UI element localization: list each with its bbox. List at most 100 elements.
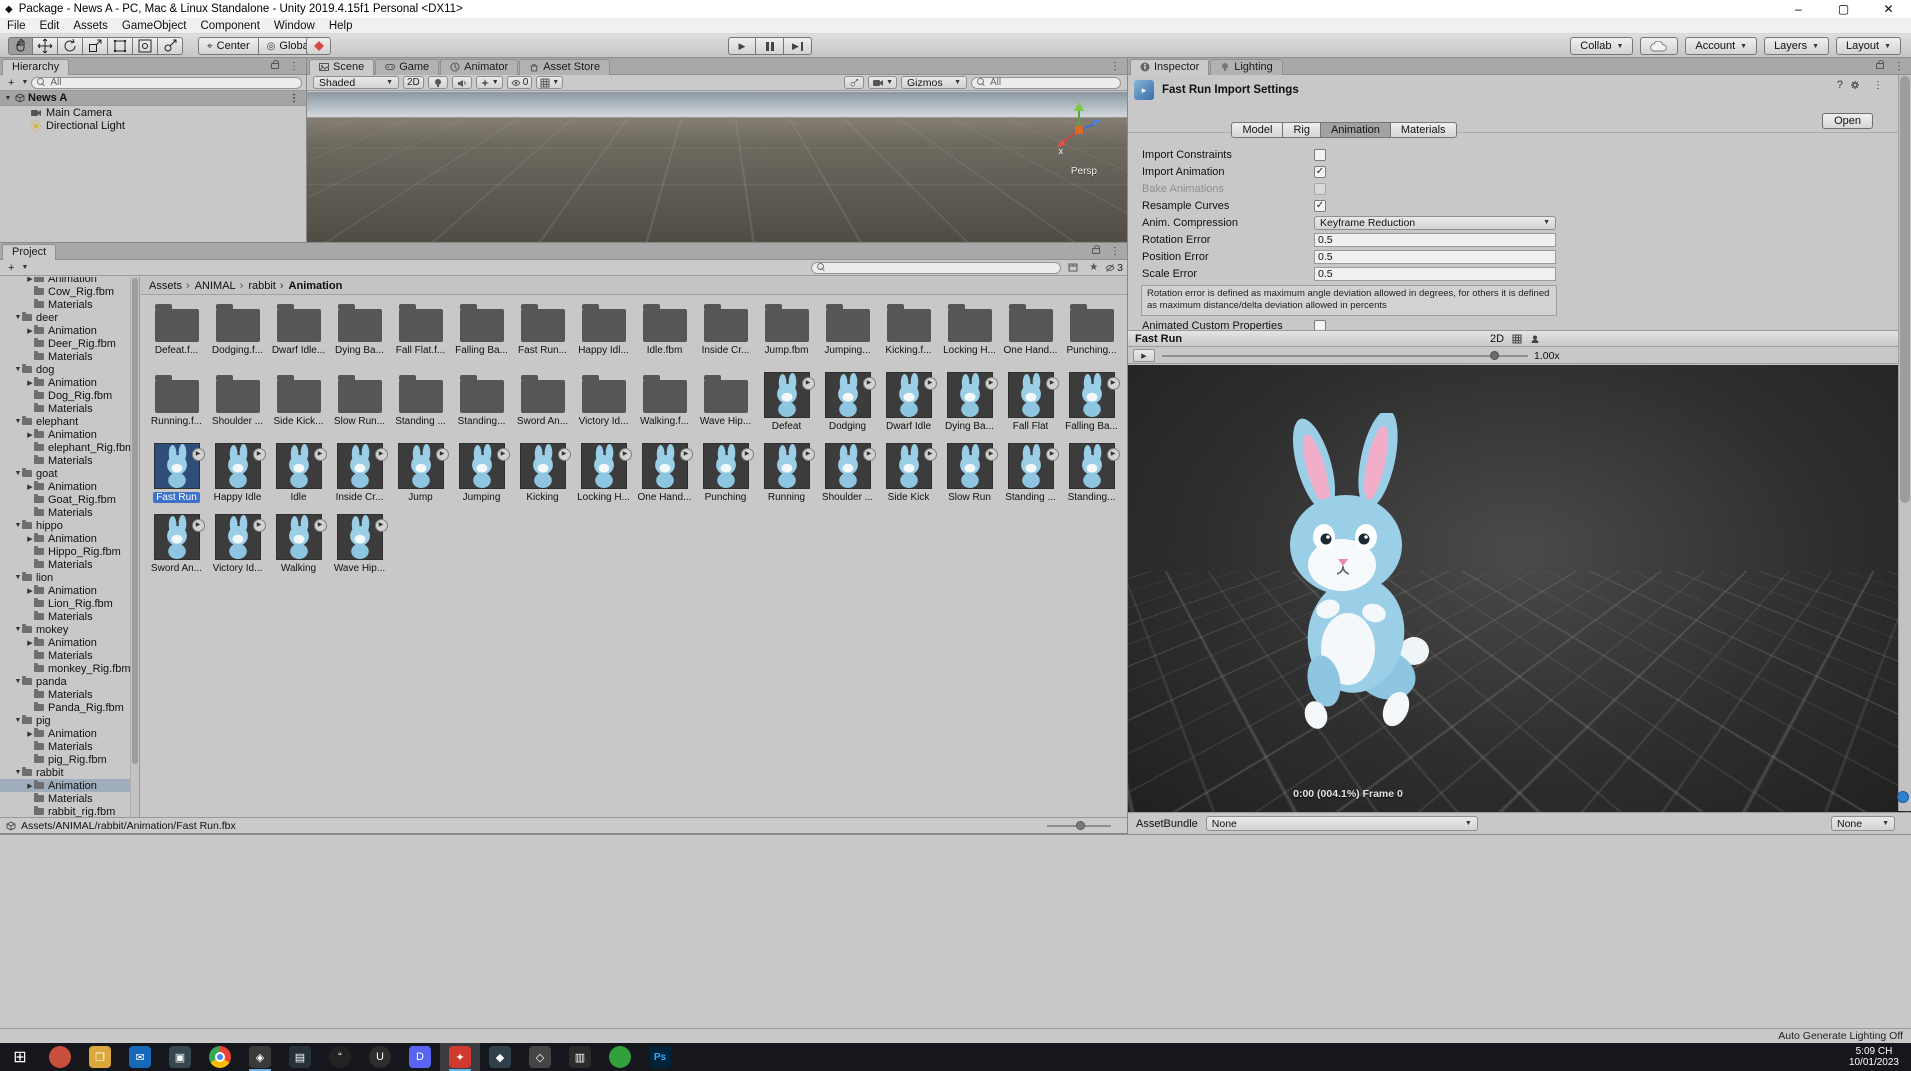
project-item[interactable]: ▶ Defeat.f... <box>146 299 207 370</box>
taskbar-monitor-icon[interactable]: ▣ <box>160 1043 200 1071</box>
tree-item[interactable]: ▶ Animation <box>0 324 139 337</box>
taskbar-app-icon[interactable]: ▤ <box>280 1043 320 1071</box>
tree-foldout-icon[interactable]: ▼ <box>14 418 22 425</box>
play-badge-icon[interactable]: ▶ <box>374 519 388 532</box>
rotation-error-input[interactable] <box>1314 232 1556 247</box>
import-animation-checkbox[interactable]: ✓ <box>1314 165 1326 178</box>
title-bar[interactable]: ◆ Package - News A - PC, Mac & Linux Sta… <box>0 0 1911 18</box>
project-item[interactable]: ▶ Shoulder ... <box>817 441 878 512</box>
taskbar-dev-icon[interactable]: ▥ <box>560 1043 600 1071</box>
play-badge-icon[interactable]: ▶ <box>374 448 388 461</box>
project-item[interactable]: ▶ Fall Flat <box>1000 370 1061 441</box>
tree-item[interactable]: ▶ Animation <box>0 636 139 649</box>
menu-item[interactable]: GameObject <box>115 18 194 33</box>
project-item[interactable]: ▶ Jump <box>390 441 451 512</box>
tree-foldout-icon[interactable]: ▶ <box>26 379 34 387</box>
tree-foldout-icon[interactable]: ▼ <box>14 366 22 373</box>
tree-item[interactable]: monkey_Rig.fbm <box>0 662 139 675</box>
projection-label[interactable]: Persp <box>1071 166 1097 177</box>
foldout-icon[interactable]: ▼ <box>4 95 12 102</box>
layout-dropdown[interactable]: Layout ▼ <box>1836 37 1901 55</box>
tab-inspector[interactable]: Inspector <box>1130 58 1210 75</box>
hierarchy-item-main-camera[interactable]: Main Camera <box>0 106 306 119</box>
play-badge-icon[interactable]: ▶ <box>984 448 998 461</box>
tree-item[interactable]: Materials <box>0 649 139 662</box>
resample-curves-checkbox[interactable]: ✓ <box>1314 199 1326 212</box>
lock-icon[interactable] <box>271 60 279 69</box>
tab-rig[interactable]: Rig <box>1283 122 1321 138</box>
play-badge-icon[interactable]: ▶ <box>1106 377 1120 390</box>
taskbar-shield-icon[interactable]: ◆ <box>480 1043 520 1071</box>
project-item[interactable]: ▶ Shoulder ... <box>207 370 268 441</box>
lock-icon[interactable] <box>1092 245 1100 254</box>
play-badge-icon[interactable]: ▶ <box>496 448 510 461</box>
scrollbar-thumb[interactable] <box>132 278 138 764</box>
tree-item[interactable]: rabbit_rig.fbm <box>0 805 139 817</box>
project-item[interactable]: ▶ Dwarf Idle... <box>268 299 329 370</box>
tree-item[interactable]: Materials <box>0 688 139 701</box>
lock-icon[interactable] <box>1876 60 1884 69</box>
move-tool-button[interactable] <box>33 37 58 55</box>
tree-item[interactable]: ▶ Animation <box>0 428 139 441</box>
project-item[interactable]: ▶ Jumping... <box>817 299 878 370</box>
play-badge-icon[interactable]: ▶ <box>679 448 693 461</box>
account-dropdown[interactable]: Account ▼ <box>1685 37 1758 55</box>
project-item[interactable]: ▶ Locking H... <box>573 441 634 512</box>
menu-item[interactable]: Edit <box>33 18 67 33</box>
play-badge-icon[interactable]: ▶ <box>740 448 754 461</box>
start-button[interactable]: ⊞ <box>0 1043 40 1071</box>
panel-menu-icon[interactable]: ⋮ <box>1104 61 1127 72</box>
project-item[interactable]: ▶ Fast Run... <box>512 299 573 370</box>
preview-timeline-slider[interactable] <box>1162 355 1528 357</box>
project-item[interactable]: ▶ Punching <box>695 441 756 512</box>
help-icon[interactable]: ? <box>1837 79 1843 91</box>
create-asset-button[interactable]: + <box>4 261 18 274</box>
taskbar-unity-editor-icon[interactable]: ◈ <box>240 1043 280 1071</box>
taskbar-unity-cube-icon[interactable]: ◇ <box>520 1043 560 1071</box>
tree-foldout-icon[interactable]: ▶ <box>26 327 34 335</box>
open-button[interactable]: Open <box>1822 113 1873 129</box>
project-item[interactable]: ▶ Fall Flat.f... <box>390 299 451 370</box>
breadcrumb-item[interactable]: Animation <box>278 280 344 292</box>
menu-item[interactable]: Assets <box>66 18 115 33</box>
preview-speed-thumb[interactable] <box>1490 351 1499 360</box>
tree-item[interactable]: ▶ Animation <box>0 532 139 545</box>
tree-foldout-icon[interactable]: ▼ <box>14 769 22 776</box>
project-item[interactable]: ▶ Standing ... <box>1000 441 1061 512</box>
scene-audio-toggle[interactable] <box>451 76 472 89</box>
preview-header[interactable]: Fast Run 2D <box>1128 330 1911 347</box>
pause-button[interactable] <box>756 37 784 55</box>
inspector-scrollbar[interactable] <box>1898 75 1911 811</box>
tree-item[interactable]: ▶ Animation <box>0 376 139 389</box>
preview-grid-icon[interactable] <box>1512 334 1522 344</box>
2d-toggle[interactable]: 2D <box>403 76 424 89</box>
play-badge-icon[interactable]: ▶ <box>191 519 205 532</box>
grid-visibility-dropdown[interactable]: ▼ <box>536 76 564 89</box>
project-item[interactable]: ▶ Idle <box>268 441 329 512</box>
pivot-center-button[interactable]: ⌖ Center <box>198 37 258 55</box>
play-badge-icon[interactable]: ▶ <box>923 377 937 390</box>
tree-item[interactable]: Cow_Rig.fbm <box>0 285 139 298</box>
project-item[interactable]: ▶ Defeat <box>756 370 817 441</box>
collab-dropdown[interactable]: Collab ▼ <box>1570 37 1634 55</box>
tab-animation[interactable]: Animation <box>1320 122 1391 138</box>
assetbundle-variant-dropdown[interactable]: None ▼ <box>1831 816 1895 831</box>
gizmos-dropdown[interactable]: Gizmos ▼ <box>901 76 967 89</box>
slider-thumb[interactable] <box>1075 820 1085 830</box>
project-item[interactable]: ▶ Sword An... <box>146 512 207 583</box>
play-badge-icon[interactable]: ▶ <box>252 519 266 532</box>
tree-foldout-icon[interactable]: ▶ <box>26 639 34 647</box>
tree-item[interactable]: Deer_Rig.fbm <box>0 337 139 350</box>
tree-scrollbar[interactable] <box>130 277 139 817</box>
taskbar-unity-hub-icon[interactable]: U <box>360 1043 400 1071</box>
project-item[interactable]: ▶ Standing ... <box>390 370 451 441</box>
project-item[interactable]: ▶ Happy Idl... <box>573 299 634 370</box>
tree-item[interactable]: ▼ deer <box>0 311 139 324</box>
tree-item[interactable]: ▼ pig <box>0 714 139 727</box>
project-item[interactable]: ▶ Sword An... <box>512 370 573 441</box>
play-badge-icon[interactable]: ▶ <box>252 448 266 461</box>
scene-visibility-toggle[interactable]: 0 <box>506 76 533 89</box>
project-item[interactable]: ▶ Side Kick <box>878 441 939 512</box>
project-search-input[interactable] <box>811 261 1062 274</box>
scene-canvas[interactable]: x Persp <box>307 92 1127 242</box>
